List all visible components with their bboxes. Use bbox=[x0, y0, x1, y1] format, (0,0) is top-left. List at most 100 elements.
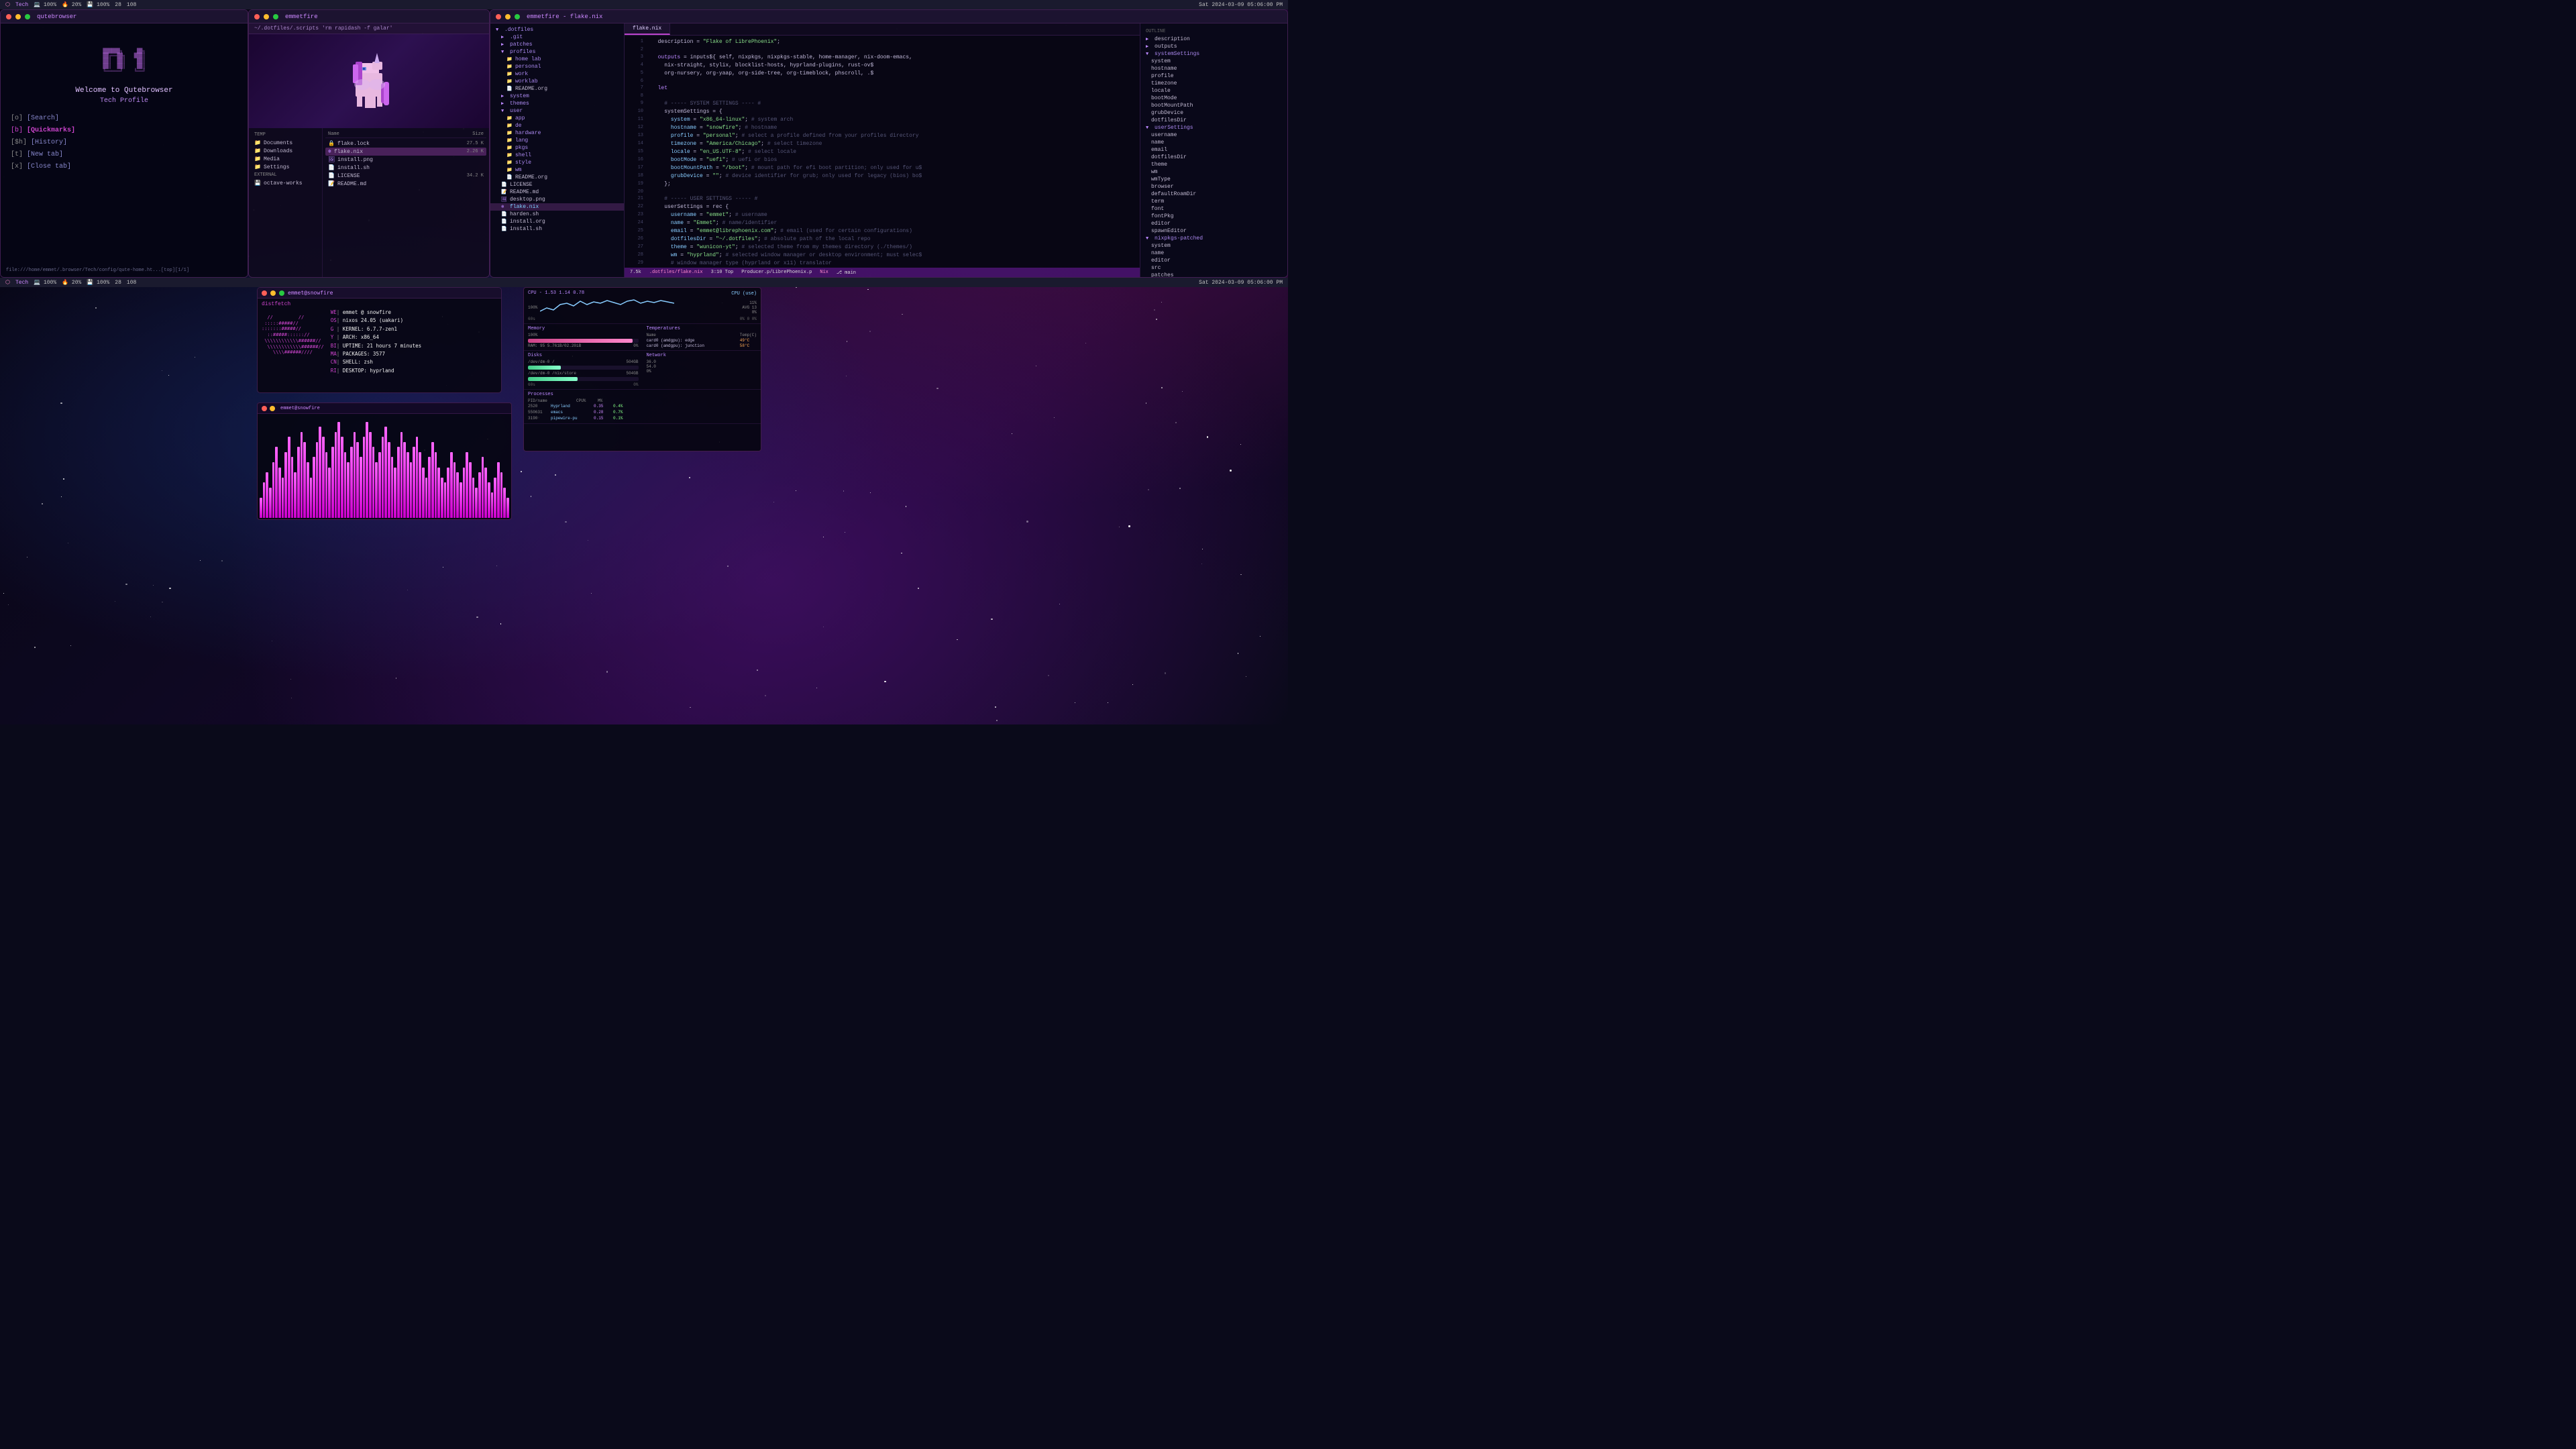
neofetch-max-btn[interactable] bbox=[279, 290, 284, 296]
outline-wmtype[interactable]: wmType bbox=[1140, 176, 1287, 183]
fm-item-downloads[interactable]: 📁 Downloads bbox=[252, 147, 319, 155]
tree-root[interactable]: ▼ .dotfiles bbox=[490, 26, 624, 34]
tree-style[interactable]: 📁 style bbox=[490, 159, 624, 166]
editor-min-btn[interactable] bbox=[505, 14, 511, 19]
outline-np-editor[interactable]: editor bbox=[1140, 257, 1287, 264]
tree-shell[interactable]: 📁 shell bbox=[490, 152, 624, 159]
neofetch-close-btn[interactable] bbox=[262, 290, 267, 296]
nf-line-shell: CN| SHELL: zsh bbox=[331, 358, 421, 366]
tree-readme2[interactable]: 📄 README.org bbox=[490, 174, 624, 181]
outline-editor[interactable]: editor bbox=[1140, 220, 1287, 227]
outline-np-name[interactable]: name bbox=[1140, 250, 1287, 257]
tree-lang[interactable]: 📁 lang bbox=[490, 137, 624, 144]
sysmon-net-down: 36.0 bbox=[647, 360, 757, 364]
outline-spawneditor[interactable]: spawnEditor bbox=[1140, 227, 1287, 235]
outline-grubdevice[interactable]: grubDevice bbox=[1140, 109, 1287, 117]
neofetch-min-btn[interactable] bbox=[270, 290, 276, 296]
outline-dotfilesdir2[interactable]: dotfilesDir bbox=[1140, 154, 1287, 161]
browser-link-search[interactable]: [o] [Search] bbox=[11, 113, 237, 125]
browser-link-quickmarks[interactable]: [b] [Quickmarks] bbox=[11, 125, 237, 137]
outline-usersettings[interactable]: ▼ userSettings bbox=[1140, 124, 1287, 131]
tree-system[interactable]: ▶ system bbox=[490, 93, 624, 100]
viz-close-btn[interactable] bbox=[262, 406, 267, 411]
outline-system[interactable]: system bbox=[1140, 58, 1287, 65]
fm-file-install-sh[interactable]: 📄 install.sh bbox=[325, 164, 486, 172]
editor-close-btn[interactable] bbox=[496, 14, 501, 19]
fm-max-btn[interactable] bbox=[273, 14, 278, 19]
tree-readme-org[interactable]: 📄 README.org bbox=[490, 85, 624, 93]
outline-profile[interactable]: profile bbox=[1140, 72, 1287, 80]
tree-app[interactable]: 📁 app bbox=[490, 115, 624, 122]
outline-np-system[interactable]: system bbox=[1140, 242, 1287, 250]
tree-harden-sh[interactable]: 📄 harden.sh bbox=[490, 211, 624, 218]
tree-profiles[interactable]: ▼ profiles bbox=[490, 48, 624, 56]
tree-wm[interactable]: 📁 wm bbox=[490, 166, 624, 174]
tree-install-org[interactable]: 📄 install.org bbox=[490, 218, 624, 225]
tree-git[interactable]: ▶ .git bbox=[490, 34, 624, 41]
fm-item-media[interactable]: 📁 Media bbox=[252, 155, 319, 163]
folder-icon: ▶ bbox=[501, 93, 508, 99]
tree-license[interactable]: 📄 LICENSE bbox=[490, 181, 624, 189]
browser-link-history[interactable]: [$h] [History] bbox=[11, 137, 237, 149]
code-line: 22 userSettings = rec { bbox=[625, 203, 1140, 211]
tree-desktop-png[interactable]: 🖼 desktop.png bbox=[490, 196, 624, 203]
tree-homelab[interactable]: 📁 home lab bbox=[490, 56, 624, 63]
tree-install-sh[interactable]: 📄 install.sh bbox=[490, 225, 624, 233]
outline-timezone[interactable]: timezone bbox=[1140, 80, 1287, 87]
tree-readme-md[interactable]: 📝 README.md bbox=[490, 189, 624, 196]
fm-min-btn[interactable] bbox=[264, 14, 269, 19]
outline-outputs[interactable]: ▶ outputs bbox=[1140, 43, 1287, 50]
outline-wm[interactable]: wm bbox=[1140, 168, 1287, 176]
win-min-btn[interactable] bbox=[15, 14, 21, 19]
browser-link-newtab[interactable]: [t] [New tab] bbox=[11, 149, 237, 161]
outline-fontpkg[interactable]: fontPkg bbox=[1140, 213, 1287, 220]
outline-hostname[interactable]: hostname bbox=[1140, 65, 1287, 72]
outline-systemsettings[interactable]: ▼ systemSettings bbox=[1140, 50, 1287, 58]
win-max-btn[interactable] bbox=[25, 14, 30, 19]
fm-item-octave[interactable]: 💾 octave-works bbox=[252, 179, 319, 187]
bottom-status-cpu: 💻 100% bbox=[34, 279, 56, 286]
tree-item-label: personal bbox=[515, 64, 541, 70]
outline-description[interactable]: ▶ description bbox=[1140, 36, 1287, 43]
fm-file-license[interactable]: 📄 LICENSE 34.2 K bbox=[325, 172, 486, 180]
outline-np-patches[interactable]: patches bbox=[1140, 272, 1287, 277]
code-line: 9 # ----- SYSTEM SETTINGS ---- # bbox=[625, 100, 1140, 108]
tree-flake-nix[interactable]: ❄ flake.nix bbox=[490, 203, 624, 211]
fm-item-documents[interactable]: 📁 Documents bbox=[252, 139, 319, 147]
fm-file-flake-lock[interactable]: 🔒 flake.lock 27.5 K bbox=[325, 140, 486, 148]
outline-defaultroamdir[interactable]: defaultRoamDir bbox=[1140, 191, 1287, 198]
fm-item-settings[interactable]: 📁 Settings bbox=[252, 163, 319, 171]
outline-email[interactable]: email bbox=[1140, 146, 1287, 154]
tree-work[interactable]: 📁 work bbox=[490, 70, 624, 78]
outline-label: name bbox=[1151, 140, 1164, 146]
fm-file-flake-nix[interactable]: ❄ flake.nix 2.26 K bbox=[325, 148, 486, 156]
outline-name[interactable]: name bbox=[1140, 139, 1287, 146]
outline-locale[interactable]: locale bbox=[1140, 87, 1287, 95]
tree-user[interactable]: ▼ user bbox=[490, 107, 624, 115]
tree-themes[interactable]: ▶ themes bbox=[490, 100, 624, 107]
editor-max-btn[interactable] bbox=[515, 14, 520, 19]
viz-min-btn[interactable] bbox=[270, 406, 275, 411]
tree-patches[interactable]: ▶ patches bbox=[490, 41, 624, 48]
outline-bootmountpath[interactable]: bootMountPath bbox=[1140, 102, 1287, 109]
outline-username[interactable]: username bbox=[1140, 131, 1287, 139]
outline-dotfilesdir[interactable]: dotfilesDir bbox=[1140, 117, 1287, 124]
win-close-btn[interactable] bbox=[6, 14, 11, 19]
editor-tab-flake[interactable]: flake.nix bbox=[625, 23, 670, 35]
outline-theme[interactable]: theme bbox=[1140, 161, 1287, 168]
outline-font[interactable]: font bbox=[1140, 205, 1287, 213]
tree-worklab[interactable]: 📁 worklab bbox=[490, 78, 624, 85]
outline-np-src[interactable]: src bbox=[1140, 264, 1287, 272]
outline-term[interactable]: term bbox=[1140, 198, 1287, 205]
tree-pkgs[interactable]: 📁 pkgs bbox=[490, 144, 624, 152]
fm-close-btn[interactable] bbox=[254, 14, 260, 19]
fm-file-install-png[interactable]: 🖼 install.png bbox=[325, 156, 486, 164]
tree-de[interactable]: 📁 de bbox=[490, 122, 624, 129]
outline-bootmode[interactable]: bootMode bbox=[1140, 95, 1287, 102]
fm-file-readme[interactable]: 📝 README.md bbox=[325, 180, 486, 188]
tree-hardware[interactable]: 📁 hardware bbox=[490, 129, 624, 137]
outline-browser[interactable]: browser bbox=[1140, 183, 1287, 191]
tree-personal[interactable]: 📁 personal bbox=[490, 63, 624, 70]
browser-link-closetab[interactable]: [x] [Close tab] bbox=[11, 161, 237, 173]
outline-nixpkgs-patched[interactable]: ▼ nixpkgs-patched bbox=[1140, 235, 1287, 242]
